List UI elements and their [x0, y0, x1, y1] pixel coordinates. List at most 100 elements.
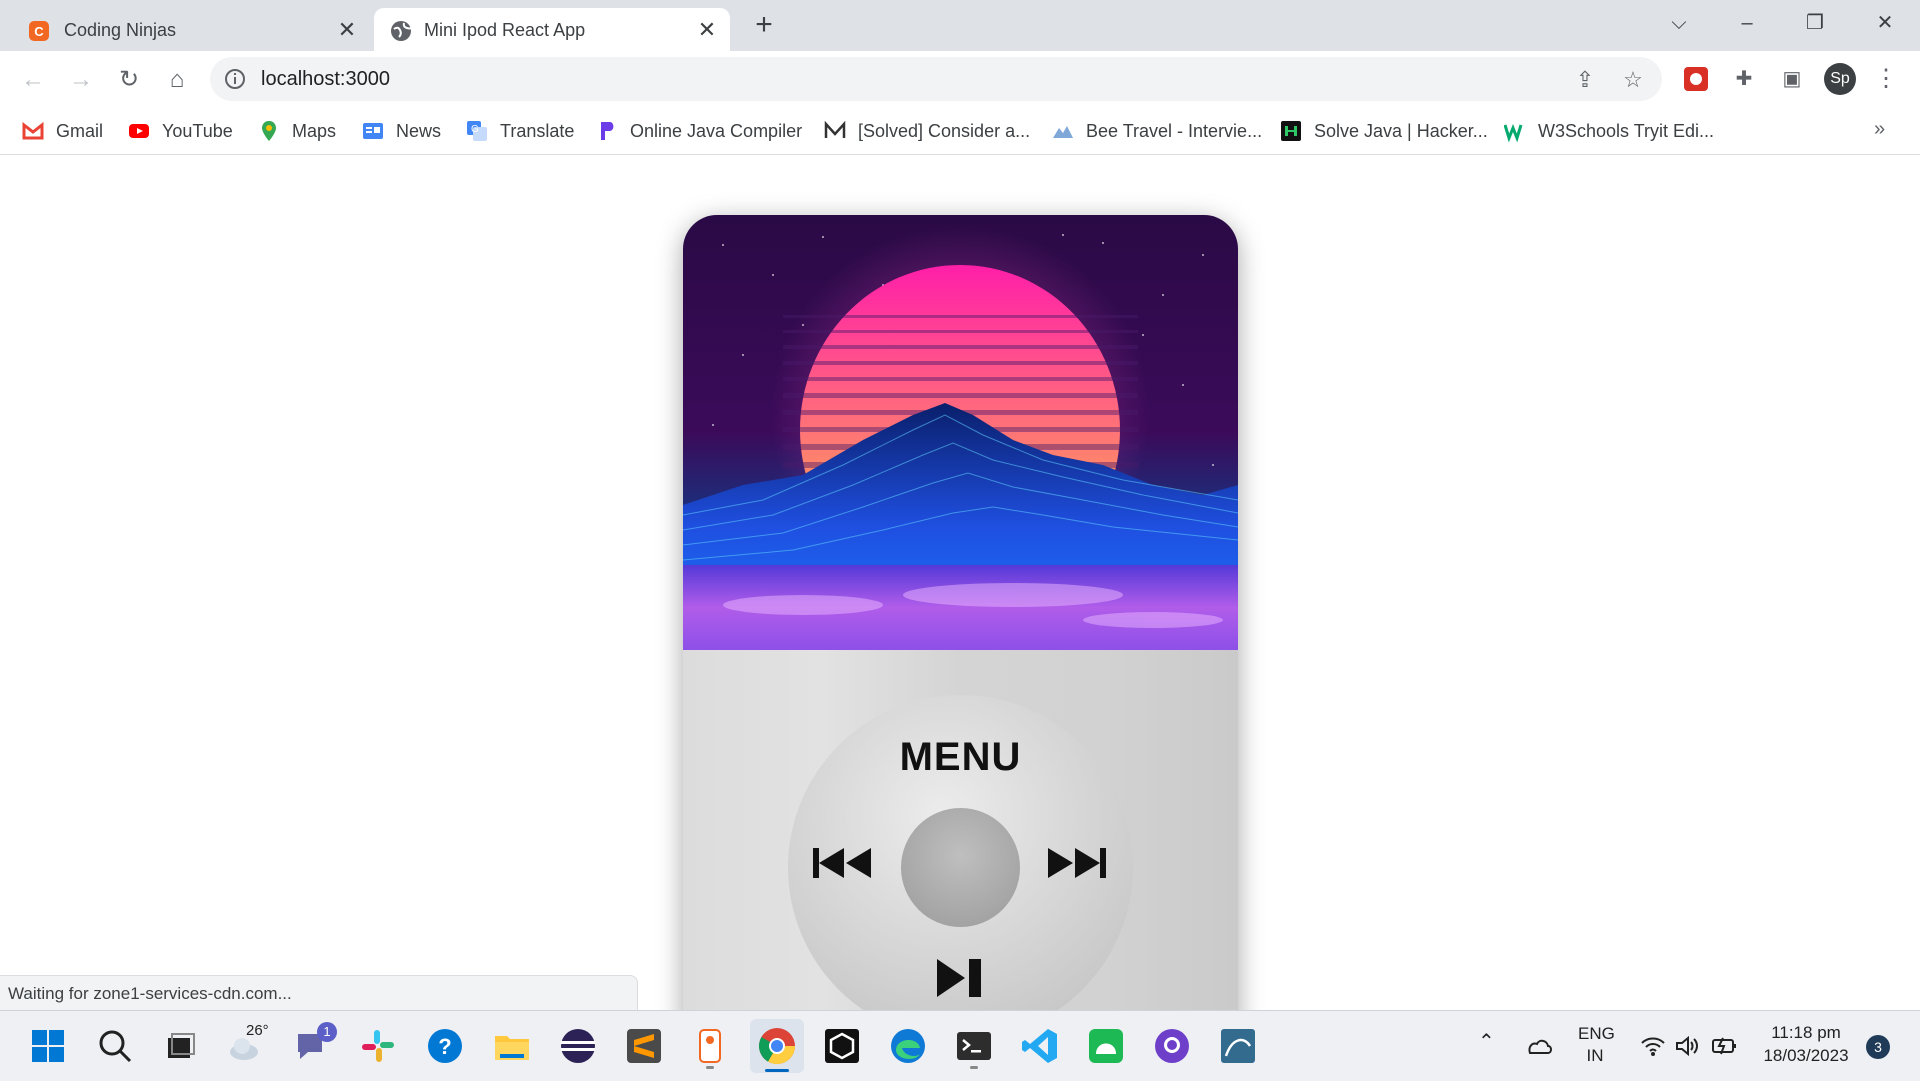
address-bar[interactable]: localhost:3000 ⇪ ☆	[210, 57, 1662, 101]
more-bookmarks-icon[interactable]: »	[1874, 118, 1885, 141]
home-icon[interactable]: ⌂	[160, 63, 194, 97]
share-icon[interactable]: ⇪	[1572, 67, 1598, 93]
teams-notification-badge: 1	[317, 1022, 337, 1042]
region-code: IN	[1586, 1046, 1604, 1065]
show-hidden-icons[interactable]: ⌃	[1478, 1029, 1495, 1054]
bookmark-bee-travel[interactable]: Bee Travel - Intervie...	[1052, 116, 1262, 146]
bookmark-solved-consider[interactable]: [Solved] Consider a...	[824, 116, 1030, 146]
more-menu-icon[interactable]: ⋮	[1870, 63, 1902, 95]
svg-text:?: ?	[438, 1034, 451, 1059]
coding-ninjas-app-icon[interactable]	[690, 1026, 730, 1066]
bookmark-online-java-compiler[interactable]: Online Java Compiler	[596, 116, 802, 146]
site-info-icon[interactable]	[224, 68, 246, 90]
reload-icon[interactable]: ↻	[112, 63, 146, 97]
onedrive-icon[interactable]	[1524, 1033, 1554, 1057]
notification-count-badge[interactable]: 3	[1866, 1035, 1890, 1059]
minimize-icon[interactable]: –	[1724, 6, 1770, 40]
browser-toolbar: ← → ↻ ⌂ localhost:3000 ⇪ ☆ ✚ ▣ Sp ⋮	[0, 51, 1920, 108]
previous-track-icon[interactable]	[813, 845, 873, 881]
gmail-icon	[22, 121, 44, 140]
clock-time: 11:18 pm	[1771, 1023, 1841, 1042]
language-indicator[interactable]: ENG IN	[1578, 1023, 1615, 1067]
edge-icon[interactable]	[888, 1026, 928, 1066]
bookmark-label: Solve Java | Hacker...	[1314, 120, 1488, 141]
teams-chat-button[interactable]: 1	[292, 1022, 338, 1066]
windows-start-icon[interactable]	[28, 1026, 68, 1066]
restore-icon[interactable]: ❐	[1792, 6, 1838, 40]
page-content: MENU	[0, 155, 1920, 1010]
bookmark-hackerrank[interactable]: Solve Java | Hacker...	[1280, 116, 1488, 146]
programiz-icon	[601, 122, 614, 140]
next-track-icon[interactable]	[1046, 845, 1106, 881]
hackerrank-icon	[1281, 121, 1301, 141]
running-indicator	[970, 1066, 978, 1069]
wifi-icon[interactable]	[1640, 1035, 1666, 1057]
clock[interactable]: 11:18 pm 18/03/2023	[1756, 1021, 1856, 1067]
anydesk-icon[interactable]	[1086, 1026, 1126, 1066]
click-wheel[interactable]: MENU	[788, 695, 1133, 1010]
new-tab-button[interactable]: +	[748, 10, 780, 42]
terminal-taskbar-button[interactable]	[954, 1026, 994, 1066]
extension-icon[interactable]	[1680, 63, 1712, 95]
bookmark-label: Maps	[292, 120, 337, 141]
task-view-icon[interactable]	[160, 1026, 200, 1066]
tab-coding-ninjas[interactable]: C Coding Ninjas ✕	[0, 8, 370, 51]
news-icon	[363, 123, 383, 139]
bookmark-label: Online Java Compiler	[630, 120, 803, 141]
bookmark-youtube[interactable]: YouTube	[128, 116, 233, 146]
bookmark-label: YouTube	[162, 120, 233, 141]
profile-avatar[interactable]: Sp	[1824, 63, 1856, 95]
url-text[interactable]: localhost:3000	[261, 68, 390, 91]
ipod-control-panel: MENU	[683, 650, 1238, 1010]
close-tab-icon[interactable]: ✕	[334, 17, 360, 43]
bookmark-label: W3Schools Tryit Edi...	[1538, 120, 1715, 141]
bookmark-star-icon[interactable]: ☆	[1620, 67, 1646, 93]
bookmark-translate[interactable]: G Translate	[466, 116, 574, 146]
clock-date: 18/03/2023	[1763, 1046, 1849, 1065]
close-window-icon[interactable]: ✕	[1862, 6, 1908, 40]
bookmark-gmail[interactable]: Gmail	[22, 116, 103, 146]
bookmark-w3schools[interactable]: W3Schools Tryit Edi...	[1504, 116, 1714, 146]
codesandbox-icon[interactable]	[822, 1026, 862, 1066]
file-explorer-icon[interactable]	[492, 1026, 532, 1066]
bookmark-label: Translate	[500, 120, 575, 141]
forward-icon[interactable]: →	[64, 63, 98, 97]
weather-widget[interactable]: 26°	[226, 1022, 272, 1066]
github-desktop-icon[interactable]	[1152, 1026, 1192, 1066]
play-pause-icon[interactable]	[935, 957, 987, 999]
tab-mini-ipod[interactable]: Mini Ipod React App ✕	[374, 8, 730, 51]
mysql-workbench-icon[interactable]	[1218, 1026, 1258, 1066]
menu-button[interactable]: MENU	[788, 735, 1133, 780]
running-indicator	[706, 1066, 714, 1069]
ipod-device: MENU	[683, 215, 1238, 1010]
bookmark-label: Gmail	[56, 120, 104, 141]
chrome-icon	[758, 1028, 795, 1065]
bookmark-news[interactable]: News	[362, 116, 441, 146]
battery-charging-icon[interactable]	[1710, 1035, 1738, 1057]
bookmark-maps[interactable]: Maps	[258, 116, 336, 146]
tab-search-icon[interactable]: ⌵	[1656, 6, 1702, 40]
close-tab-icon[interactable]: ✕	[694, 17, 720, 43]
slack-icon[interactable]	[358, 1026, 398, 1066]
weather-temperature: 26°	[246, 1022, 269, 1039]
vscode-icon[interactable]	[1020, 1026, 1060, 1066]
translate-icon: G	[467, 121, 487, 141]
loading-status-text: Waiting for zone1-services-cdn.com...	[0, 975, 638, 1010]
coding-ninjas-icon: C	[29, 21, 49, 41]
tab-title: Coding Ninjas	[64, 20, 177, 40]
extensions-puzzle-icon[interactable]: ✚	[1728, 63, 1760, 95]
sublime-text-icon[interactable]	[624, 1026, 664, 1066]
back-icon[interactable]: ←	[16, 63, 50, 97]
side-panel-icon[interactable]: ▣	[1776, 63, 1808, 95]
chrome-taskbar-button[interactable]	[750, 1019, 804, 1073]
help-icon[interactable]: ?	[425, 1026, 465, 1066]
windows-taskbar: 26° 1 ? ⌃ ENG IN 11:18 pm 18/03/2023 3	[0, 1010, 1920, 1081]
active-indicator	[765, 1069, 789, 1072]
eclipse-icon[interactable]	[558, 1026, 598, 1066]
volume-icon[interactable]	[1674, 1035, 1700, 1057]
maps-icon	[262, 121, 276, 141]
w3schools-icon	[1504, 123, 1523, 142]
youtube-icon	[129, 124, 149, 138]
search-icon[interactable]	[95, 1026, 135, 1066]
center-select-button[interactable]	[901, 808, 1020, 927]
